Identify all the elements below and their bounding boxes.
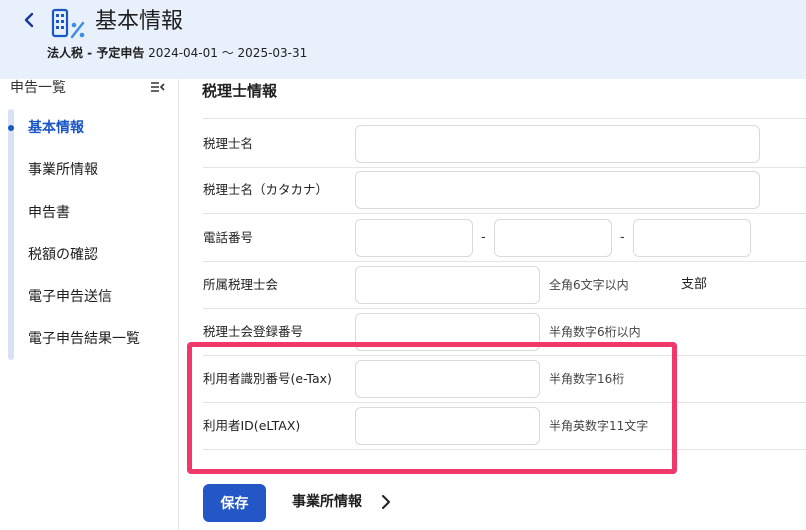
phone-separator: -: [481, 230, 486, 245]
branch-suffix: 支部: [681, 277, 708, 292]
sidebar-item-return[interactable]: 申告書: [28, 203, 70, 223]
tax-accountant-kana-input[interactable]: [355, 171, 760, 209]
period-label: 2024-04-01 ～ 2025-03-31: [148, 46, 308, 60]
association-hint: 全角6文字以内: [549, 278, 629, 292]
phone-part2-input[interactable]: [494, 219, 612, 257]
row-divider: [203, 118, 806, 119]
chevron-left-icon[interactable]: [22, 10, 38, 32]
association-input[interactable]: [355, 266, 540, 304]
next-office-info-link[interactable]: 事業所情報: [292, 492, 362, 512]
row-divider: [203, 213, 806, 214]
association-label: 所属税理士会: [203, 277, 279, 292]
filing-info: 法人税 - 予定申告 2024-04-01 ～ 2025-03-31: [47, 44, 307, 62]
section-title: 税理士情報: [202, 82, 278, 100]
tax-accountant-name-input[interactable]: [355, 125, 760, 163]
sidebar-item-tax-check[interactable]: 税額の確認: [28, 245, 98, 265]
header-bar: 基本情報 法人税 - 予定申告 2024-04-01 ～ 2025-03-31: [0, 0, 806, 79]
phone-part3-input[interactable]: [633, 219, 751, 257]
phone-label: 電話番号: [203, 230, 254, 245]
page-title: 基本情報: [95, 9, 184, 34]
row-divider: [203, 167, 806, 168]
nav-track: [8, 109, 14, 360]
sidebar-item-e-filing-results[interactable]: 電子申告結果一覧: [28, 329, 140, 349]
save-button[interactable]: 保存: [203, 484, 266, 522]
tax-accountant-kana-label: 税理士名（カタカナ）: [203, 182, 329, 197]
registration-number-label: 税理士会登録番号: [203, 324, 304, 339]
tax-form-icon: [50, 8, 86, 40]
phone-part1-input[interactable]: [355, 219, 473, 257]
row-divider: [203, 261, 806, 262]
chevron-right-icon[interactable]: [380, 493, 392, 511]
tax-type-label: 法人税 - 予定申告: [47, 46, 145, 60]
sidebar-heading: 申告一覧: [10, 80, 66, 96]
registration-number-hint: 半角数字6桁以内: [549, 325, 641, 339]
active-indicator: [8, 125, 14, 131]
sidebar-divider: [178, 79, 179, 530]
sidebar-item-basic-info[interactable]: 基本情報: [28, 118, 84, 138]
sidebar: 申告一覧 基本情報 事業所情報 申告書 税額の確認 電子申告送信 電子申告結果一…: [0, 79, 178, 530]
collapse-menu-icon[interactable]: [150, 79, 166, 93]
phone-separator: -: [620, 230, 625, 245]
row-divider: [203, 308, 806, 309]
sidebar-item-e-filing[interactable]: 電子申告送信: [28, 287, 112, 307]
highlight-annotation: [187, 342, 677, 474]
sidebar-item-office-info[interactable]: 事業所情報: [28, 160, 98, 180]
tax-accountant-name-label: 税理士名: [203, 136, 254, 151]
